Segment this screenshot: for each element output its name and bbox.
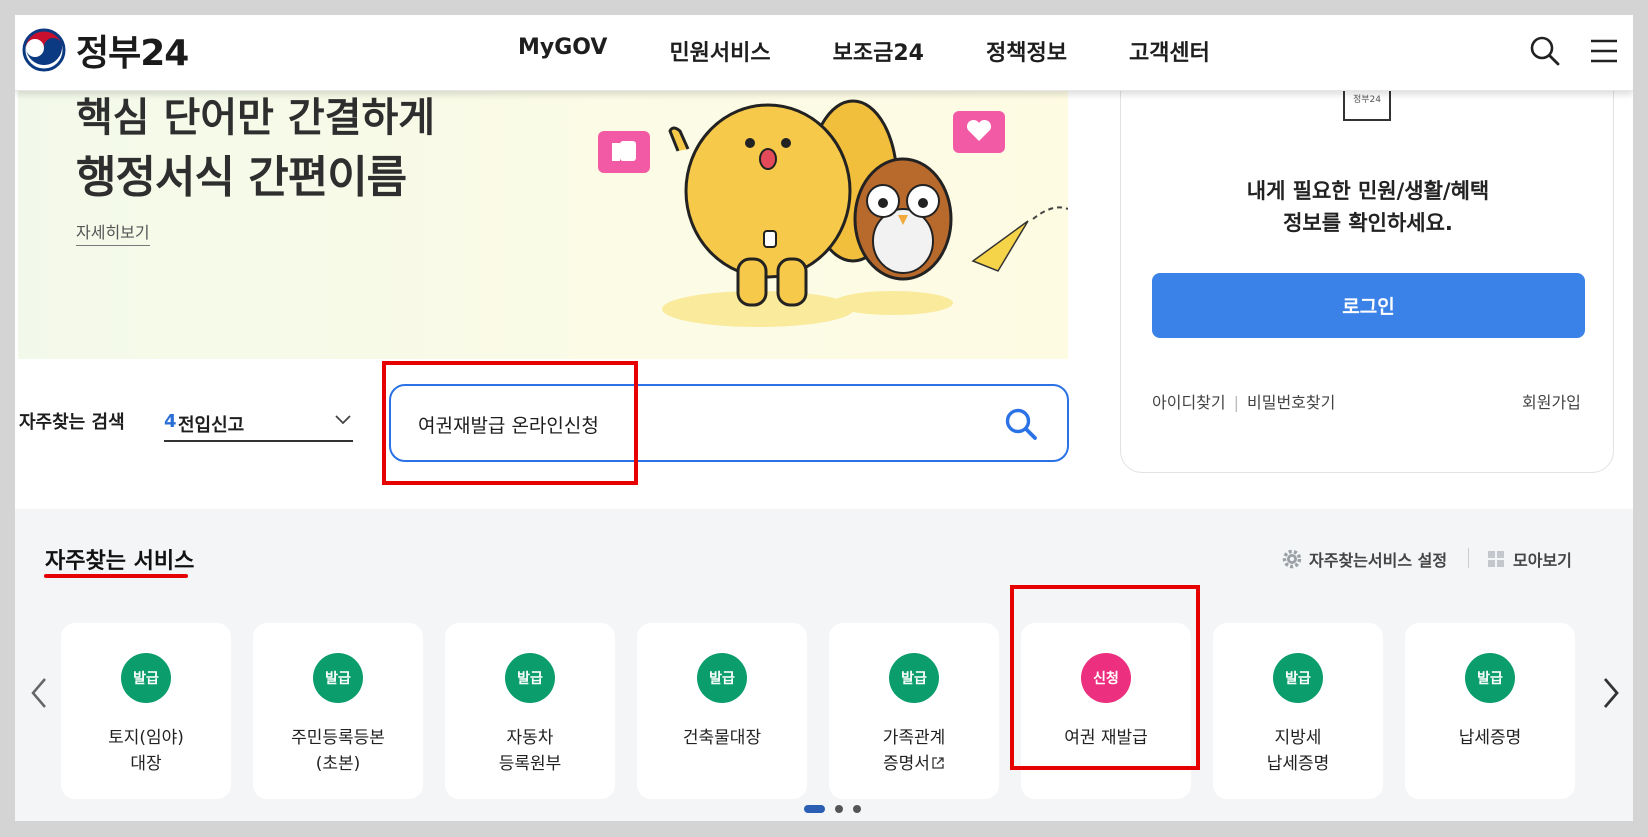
- service-card[interactable]: 발급 주민등록등본 (초본): [253, 623, 423, 799]
- frequent-services-section: 자주찾는 서비스 자주찾는서비스 설정 모아보기 발급 토지(임야) 대장 발급…: [15, 509, 1633, 821]
- service-label: 주민등록등본 (초본): [253, 725, 423, 777]
- section-title: 자주찾는 서비스: [45, 549, 195, 574]
- main-nav: MyGOV 민원서비스 보조금24 정책정보 고객센터: [518, 35, 1272, 67]
- settings-label: 자주찾는서비스 설정: [1309, 551, 1448, 570]
- login-message-line2: 정보를 확인하세요.: [1283, 211, 1453, 235]
- service-label-line2-wrap: 증명서: [829, 751, 999, 777]
- service-label: 건축물대장: [637, 725, 807, 751]
- gov24-badge-icon: 정부24: [1343, 86, 1391, 121]
- login-button[interactable]: 로그인: [1152, 273, 1585, 338]
- carousel-pagination: [804, 805, 871, 813]
- pagination-dot-3[interactable]: [853, 805, 861, 813]
- badge-text: 정부24: [1353, 94, 1381, 105]
- service-badge: 발급: [313, 653, 363, 703]
- service-card[interactable]: 발급 가족관계증명서: [829, 623, 999, 799]
- title-underline: [44, 574, 188, 578]
- service-badge: 발급: [121, 653, 171, 703]
- site-logo[interactable]: 정부24: [20, 24, 189, 76]
- gear-icon: [1282, 549, 1302, 569]
- service-label: 여권 재발급: [1021, 725, 1191, 751]
- service-label-line2: 등록원부: [498, 754, 562, 774]
- service-card[interactable]: 신청 여권 재발급: [1021, 623, 1191, 799]
- service-label-line1: 여권 재발급: [1064, 728, 1148, 748]
- mascot-illustration: [598, 99, 1068, 327]
- link-divider: |: [1233, 393, 1239, 412]
- service-label-line1: 주민등록등본: [291, 728, 385, 748]
- carousel-prev-icon[interactable]: [27, 675, 51, 711]
- banner-headline-1: 핵심 단어만 간결하게: [76, 95, 436, 141]
- hero-banner[interactable]: 핵심 단어만 간결하게 행정서식 간편이름 자세히보기: [18, 91, 1068, 359]
- chevron-down-icon: [335, 415, 351, 425]
- service-card[interactable]: 발급 납세증명: [1405, 623, 1575, 799]
- service-badge: 발급: [1465, 653, 1515, 703]
- service-label-line1: 가족관계: [882, 728, 946, 748]
- site-header: 정부24 MyGOV 민원서비스 보조금24 정책정보 고객센터: [15, 15, 1633, 91]
- banner-headline-2: 행정서식 간편이름: [76, 152, 407, 203]
- fav-search-select[interactable]: 4 전입신고: [164, 407, 353, 442]
- pagination-dot-1[interactable]: [804, 805, 825, 813]
- nav-civil-service[interactable]: 민원서비스: [669, 35, 770, 67]
- grid-icon: [1488, 551, 1504, 567]
- banner-more-link[interactable]: 자세히보기: [76, 219, 150, 246]
- view-all-button[interactable]: 모아보기: [1485, 547, 1572, 571]
- pagination-dot-2[interactable]: [835, 805, 843, 813]
- fav-search-label: 자주찾는 검색: [19, 412, 125, 433]
- service-badge: 발급: [505, 653, 555, 703]
- signup-link[interactable]: 회원가입: [1522, 389, 1581, 413]
- service-label-line2: 증명서: [883, 754, 930, 774]
- service-label: 지방세납세증명: [1213, 725, 1383, 777]
- logo-text: 정부24: [76, 33, 189, 74]
- service-label: 토지(임야) 대장: [61, 725, 231, 777]
- login-card: 정부24 내게 필요한 민원/생활/혜택 정보를 확인하세요. 로그인 아이디찾…: [1120, 55, 1614, 473]
- service-card[interactable]: 발급 토지(임야) 대장: [61, 623, 231, 799]
- service-label-line1: 지방세: [1274, 728, 1322, 748]
- hamburger-menu-icon[interactable]: [1588, 35, 1620, 67]
- services-settings-button[interactable]: 자주찾는서비스 설정: [1281, 547, 1447, 571]
- service-label-line1: 토지(임야): [108, 728, 184, 748]
- service-card[interactable]: 발급 건축물대장: [637, 623, 807, 799]
- find-id-link[interactable]: 아이디찾기: [1152, 393, 1226, 412]
- view-all-label: 모아보기: [1513, 551, 1572, 570]
- service-badge: 신청: [1081, 653, 1131, 703]
- find-password-link[interactable]: 비밀번호찾기: [1247, 393, 1335, 412]
- search-input[interactable]: 여권재발급 온라인신청: [389, 384, 1069, 462]
- page-frame: 정부24 MyGOV 민원서비스 보조금24 정책정보 고객센터 핵심 단어만 …: [15, 15, 1633, 821]
- service-label: 납세증명: [1405, 725, 1575, 751]
- taegeuk-logo-icon: [22, 28, 66, 72]
- service-label-line1: 납세증명: [1458, 728, 1522, 748]
- search-icon[interactable]: [1529, 35, 1561, 67]
- service-badge: 발급: [1273, 653, 1323, 703]
- service-card[interactable]: 발급 자동차등록원부: [445, 623, 615, 799]
- service-label-line1: 건축물대장: [682, 728, 762, 748]
- select-rank-number: 4: [164, 411, 177, 432]
- service-label-line2: 대장: [130, 754, 162, 774]
- service-label: 자동차등록원부: [445, 725, 615, 777]
- nav-mygov[interactable]: MyGOV: [518, 35, 607, 67]
- carousel-next-icon[interactable]: [1599, 675, 1623, 711]
- search-button-icon[interactable]: [1003, 406, 1039, 442]
- login-message-line1: 내게 필요한 민원/생활/혜택: [1246, 179, 1490, 203]
- service-badge: 발급: [889, 653, 939, 703]
- nav-policy-info[interactable]: 정책정보: [986, 35, 1067, 67]
- external-link-icon: [932, 757, 944, 769]
- service-badge: 발급: [697, 653, 747, 703]
- service-label-line2: (초본): [315, 754, 361, 774]
- select-value: 전입신고: [178, 415, 245, 436]
- service-label-line1: 자동차: [506, 728, 554, 748]
- nav-customer-center[interactable]: 고객센터: [1129, 35, 1210, 67]
- service-label: 가족관계증명서: [829, 725, 999, 777]
- service-card[interactable]: 발급 지방세납세증명: [1213, 623, 1383, 799]
- nav-subsidy24[interactable]: 보조금24: [833, 35, 924, 67]
- service-label-line2: 납세증명: [1266, 754, 1330, 774]
- divider: [1468, 548, 1469, 568]
- search-input-value: 여권재발급 온라인신청: [418, 415, 599, 437]
- account-links: 아이디찾기 | 비밀번호찾기: [1152, 389, 1335, 413]
